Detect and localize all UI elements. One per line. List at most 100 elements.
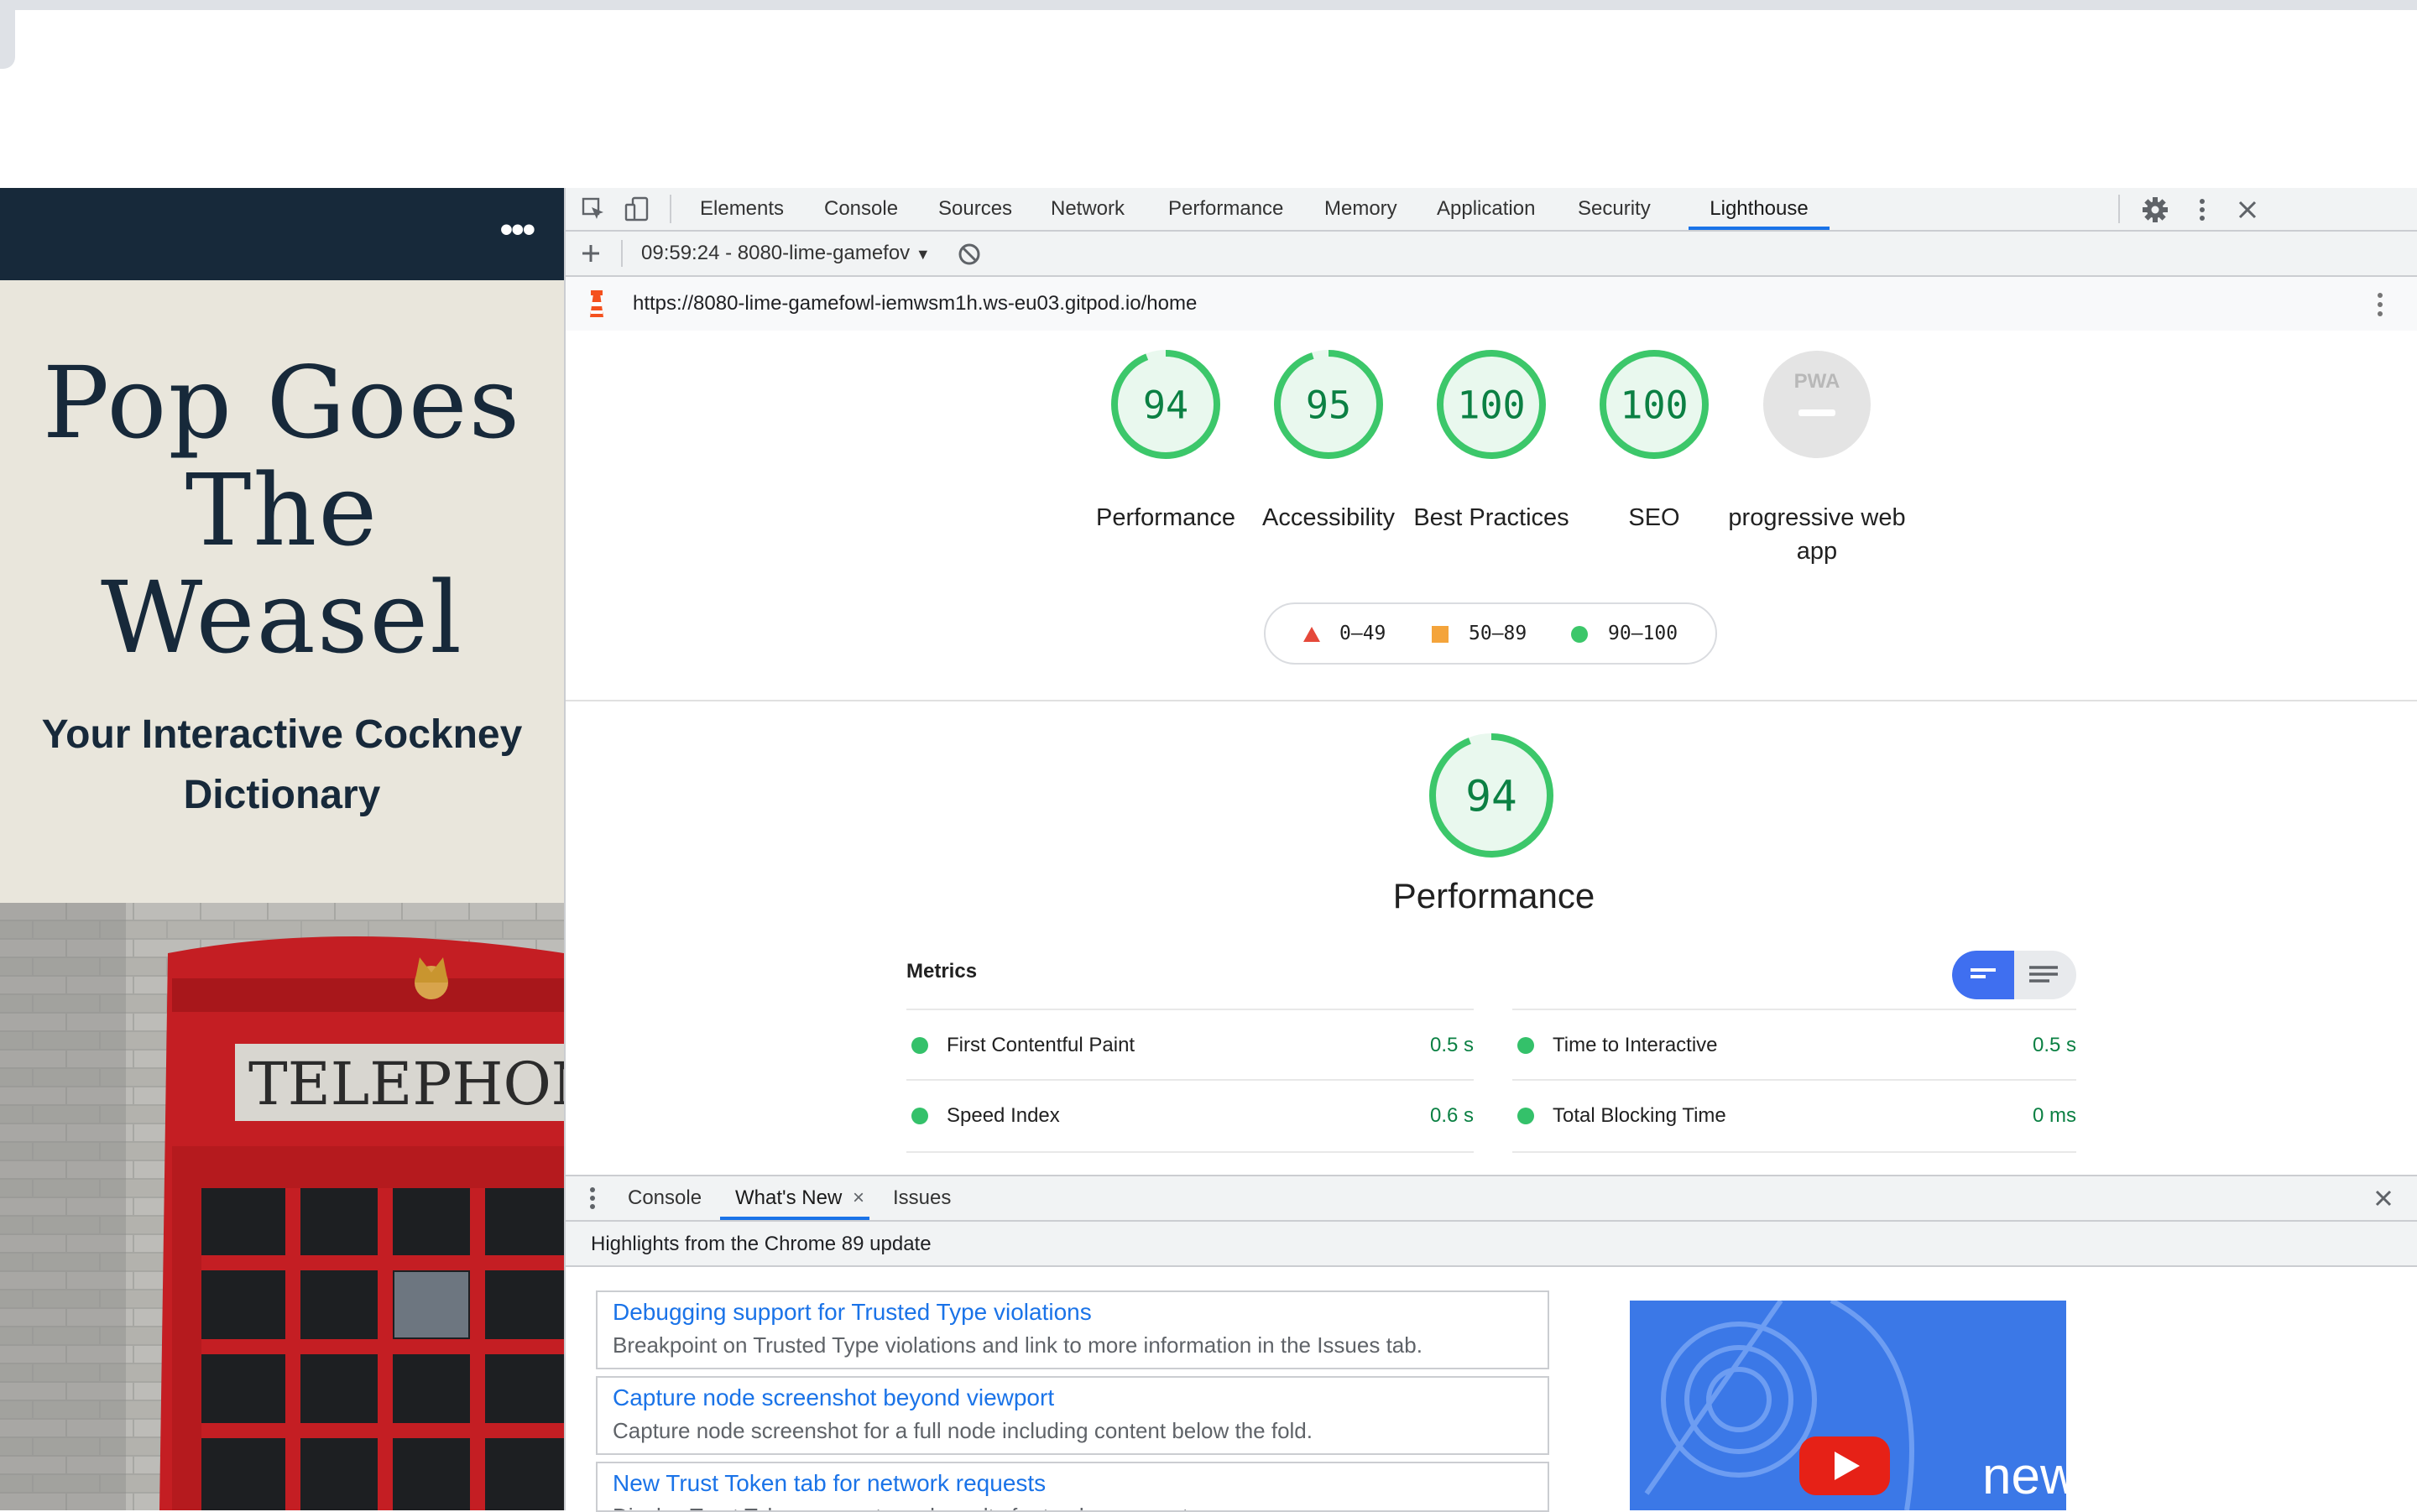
- fail-triangle-icon: [1302, 626, 1321, 643]
- pwa-badge-icon: [1763, 351, 1871, 458]
- section-divider: [566, 700, 2417, 701]
- news-item-title[interactable]: Debugging support for Trusted Type viola…: [613, 1299, 1092, 1326]
- telephone-box-photo: TELEPHON: [0, 903, 564, 1510]
- tab-network[interactable]: Network: [1051, 188, 1125, 230]
- score-value: 100: [1457, 383, 1525, 427]
- metric-name: Total Blocking Time: [1553, 1104, 1726, 1127]
- metric-name: Time to Interactive: [1553, 1034, 1718, 1056]
- drawer-tab-console[interactable]: Console: [628, 1176, 702, 1220]
- tab-performance[interactable]: Performance: [1168, 188, 1283, 230]
- news-item-title[interactable]: New Trust Token tab for network requests: [613, 1470, 1046, 1497]
- site-hero: Pop Goes The Weasel Your Interactive Coc…: [0, 280, 564, 903]
- metric-value: 0.5 s: [2032, 1034, 2076, 1056]
- gauge-performance[interactable]: 94: [1109, 347, 1223, 461]
- inspect-element-icon[interactable]: [581, 196, 606, 222]
- score-value: 100: [1620, 383, 1688, 427]
- drawer-tab-issues[interactable]: Issues: [893, 1176, 951, 1220]
- news-item-desc: Display Trust Token requests and results…: [613, 1504, 1205, 1510]
- lighthouse-toolbar: 09:59:24 - 8080-lime-gamefov ▼: [566, 232, 2417, 277]
- site-subtitle: Your Interactive Cockney Dictionary: [0, 705, 564, 826]
- close-drawer-icon[interactable]: [2373, 1188, 2394, 1208]
- tab-console[interactable]: Console: [824, 188, 898, 230]
- new-report-plus-icon[interactable]: [579, 242, 603, 265]
- whats-new-highlight-text: Highlights from the Chrome 89 update: [591, 1233, 932, 1255]
- gauge-label: Performance: [1095, 504, 1235, 531]
- metric-total-blocking-time: Total Blocking Time 0 ms: [1512, 1079, 2076, 1153]
- average-square-icon: [1432, 626, 1449, 643]
- legend-fail-range: 0–49: [1339, 623, 1386, 644]
- drawer-tab-whats-new[interactable]: What's New ×: [720, 1176, 869, 1220]
- drawer-menu-icon[interactable]: [587, 1185, 598, 1212]
- more-options-icon[interactable]: [2194, 196, 2211, 223]
- site-navbar: •••: [0, 188, 564, 280]
- pass-circle-icon: [1571, 626, 1588, 643]
- gauge-accessibility[interactable]: 95: [1271, 347, 1386, 461]
- gauge-best-practices[interactable]: 100: [1434, 347, 1548, 461]
- score-value: 95: [1306, 383, 1351, 427]
- browser-toolbar-area: [0, 10, 2417, 188]
- gauge-progressive-web-app[interactable]: PWA: [1760, 347, 1874, 461]
- site-title: Pop Goes The Weasel: [0, 349, 564, 671]
- news-item[interactable]: Capture node screenshot beyond viewport …: [596, 1376, 1549, 1455]
- pass-circle-icon: [1517, 1037, 1534, 1054]
- site-title-line-2: The: [185, 452, 379, 568]
- pass-circle-icon: [911, 1037, 928, 1054]
- tab-elements[interactable]: Elements: [700, 188, 784, 230]
- news-item[interactable]: Debugging support for Trusted Type viola…: [596, 1290, 1549, 1369]
- tab-lighthouse[interactable]: Lighthouse: [1689, 188, 1830, 230]
- report-url[interactable]: https://8080-lime-gamefowl-iemwsm1h.ws-e…: [633, 292, 1197, 315]
- drawer-tab-whats-new-label: What's New: [735, 1186, 843, 1209]
- gauge-seo[interactable]: 100: [1597, 347, 1711, 461]
- devtools-tabbar: Elements Console Sources Network Perform…: [566, 188, 2417, 232]
- gauge-label: Best Practices: [1413, 504, 1569, 531]
- legend-pass-range: 90–100: [1608, 623, 1678, 644]
- gauge-label: SEO: [1628, 504, 1680, 531]
- metric-time-to-interactive: Time to Interactive 0.5 s: [1512, 1009, 2076, 1081]
- metric-value: 0 ms: [2032, 1104, 2076, 1127]
- device-toolbar-icon[interactable]: [624, 196, 650, 222]
- news-item-title[interactable]: Capture node screenshot beyond viewport: [613, 1384, 1054, 1411]
- metrics-view-toggle[interactable]: [1952, 951, 2076, 999]
- news-item[interactable]: New Trust Token tab for network requests…: [596, 1462, 1549, 1512]
- lighthouse-logo-icon: [586, 289, 608, 319]
- tab-sources[interactable]: Sources: [938, 188, 1012, 230]
- chevron-down-icon: ▼: [915, 246, 931, 263]
- news-item-desc: Breakpoint on Trusted Type violations an…: [613, 1332, 1423, 1358]
- drawer-tabbar: Console What's New × Issues: [566, 1175, 2417, 1222]
- report-selector[interactable]: 09:59:24 - 8080-lime-gamefov ▼: [641, 242, 931, 265]
- pass-circle-icon: [911, 1108, 928, 1124]
- clear-all-icon[interactable]: [957, 242, 982, 267]
- tab-memory[interactable]: Memory: [1324, 188, 1397, 230]
- metric-value: 0.6 s: [1429, 1104, 1474, 1127]
- report-selector-text: 09:59:24 - 8080-lime-gamefov: [641, 242, 911, 264]
- score-legend: 0–49 50–89 90–100: [1264, 602, 1717, 665]
- site-title-line-3: Weasel: [101, 560, 463, 675]
- play-button-icon[interactable]: [1798, 1435, 1892, 1497]
- browser-tab-strip: [0, 0, 2417, 10]
- tab-security[interactable]: Security: [1578, 188, 1651, 230]
- report-url-bar: https://8080-lime-gamefowl-iemwsm1h.ws-e…: [566, 277, 2417, 331]
- nav-menu-button[interactable]: •••: [500, 211, 535, 248]
- whats-new-highlight: Highlights from the Chrome 89 update: [566, 1222, 2417, 1267]
- gauge-label: Accessibility: [1262, 504, 1395, 531]
- settings-gear-icon[interactable]: [2142, 196, 2169, 223]
- expanded-view-icon[interactable]: [2014, 951, 2076, 999]
- compact-view-icon[interactable]: [1952, 951, 2014, 999]
- site-subtitle-line-2: Dictionary: [183, 773, 381, 817]
- site-title-line-1: Pop Goes: [42, 345, 522, 461]
- performance-score-gauge[interactable]: 94: [1426, 730, 1557, 861]
- metric-value: 0.5 s: [1429, 1034, 1474, 1056]
- whats-new-video-thumbnail[interactable]: new: [1630, 1301, 2066, 1510]
- metric-name: First Contentful Paint: [947, 1034, 1135, 1056]
- close-tab-icon[interactable]: ×: [853, 1186, 864, 1209]
- metric-speed-index: Speed Index 0.6 s: [906, 1079, 1474, 1153]
- performance-title: Performance: [1392, 876, 1595, 915]
- pass-circle-icon: [1517, 1108, 1534, 1124]
- legend-average-range: 50–89: [1469, 623, 1527, 644]
- close-devtools-icon[interactable]: [2236, 198, 2259, 222]
- tab-application[interactable]: Application: [1437, 188, 1535, 230]
- report-menu-icon[interactable]: [2373, 290, 2387, 319]
- site-subtitle-line-1: Your Interactive Cockney: [41, 712, 523, 757]
- telephone-sign-text: TELEPHON: [248, 1050, 564, 1118]
- news-item-desc: Capture node screenshot for a full node …: [613, 1418, 1313, 1443]
